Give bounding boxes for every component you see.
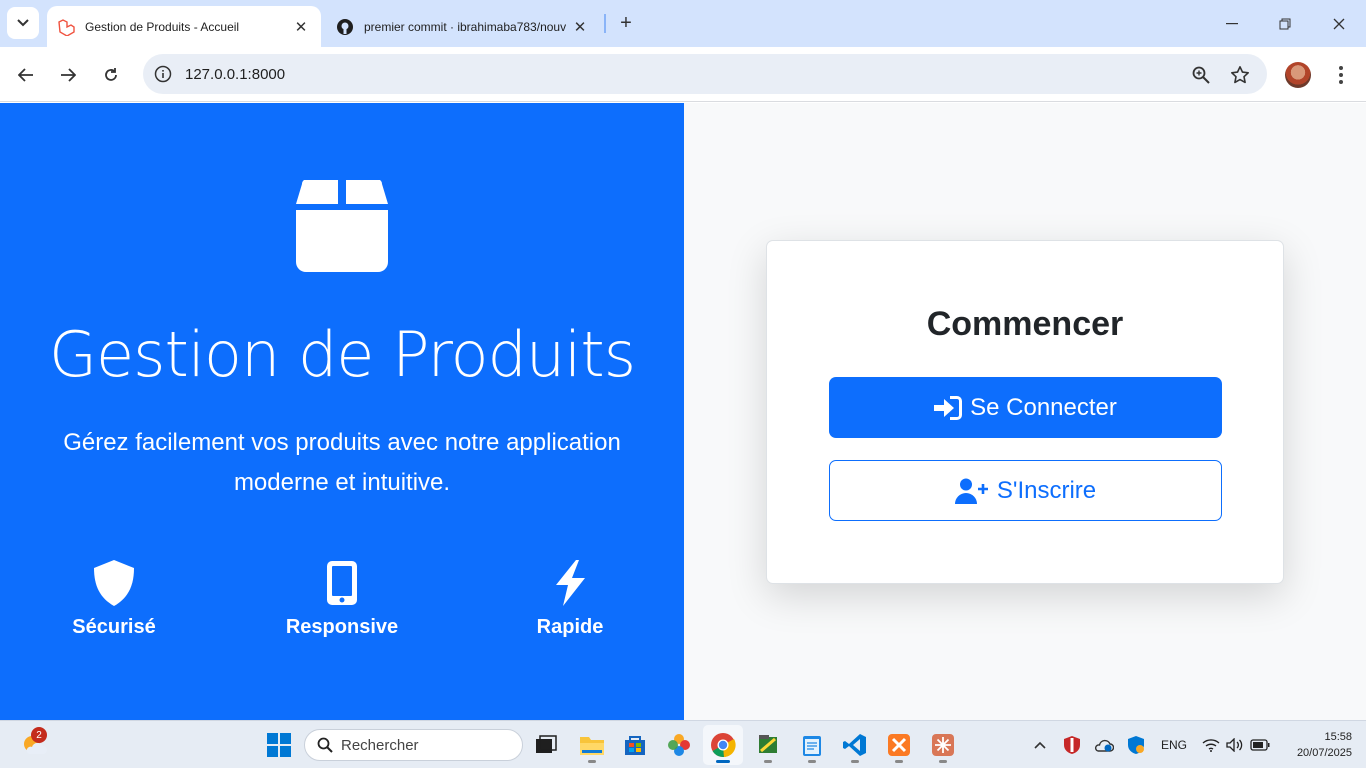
address-bar[interactable]: 127.0.0.1:8000: [143, 54, 1267, 94]
tray-defender[interactable]: [1125, 731, 1147, 759]
taskbar-app-fileopen[interactable]: [748, 725, 788, 765]
tray-onedrive[interactable]: [1093, 731, 1115, 759]
browser-toolbar: 127.0.0.1:8000: [0, 47, 1366, 102]
login-label: Se Connecter: [970, 393, 1117, 421]
taskbar-clock[interactable]: 15:58 20/07/2025: [1280, 729, 1352, 761]
claude-icon: [932, 734, 954, 756]
hero-panel: Gestion de Produits Gérez facilement vos…: [0, 103, 684, 720]
arrow-left-icon: [18, 68, 33, 82]
laravel-icon: [57, 18, 75, 36]
login-button[interactable]: Se Connecter: [829, 377, 1222, 438]
minimize-button[interactable]: [1205, 0, 1259, 47]
search-icon: [317, 737, 333, 753]
user-plus-icon: [954, 478, 988, 504]
register-label: S'Inscrire: [996, 476, 1097, 504]
tab-search-button[interactable]: [7, 7, 39, 39]
cloud-icon: [1094, 739, 1114, 752]
box-icon: [296, 180, 388, 272]
tray-security[interactable]: [1061, 731, 1083, 759]
taskbar-photos[interactable]: [659, 725, 699, 765]
reload-button[interactable]: [95, 59, 127, 91]
tab-active[interactable]: Gestion de Produits - Accueil ✕: [47, 6, 321, 47]
feature-label: Responsive: [285, 616, 399, 638]
taskbar-search[interactable]: Rechercher: [304, 729, 523, 761]
tab-separator: [604, 14, 606, 33]
info-icon[interactable]: [153, 64, 173, 84]
taskbar-file-explorer[interactable]: [572, 725, 612, 765]
photos-icon: [668, 734, 690, 756]
minimize-icon: [1226, 22, 1238, 24]
tray-overflow-button[interactable]: [1030, 731, 1050, 759]
feature-responsive: Responsive: [252, 558, 432, 639]
taskbar-xampp[interactable]: [879, 725, 919, 765]
battery-icon[interactable]: [1248, 731, 1272, 759]
browser-tab-strip: Gestion de Produits - Accueil ✕ premier …: [0, 0, 1366, 47]
volume-icon[interactable]: [1224, 731, 1246, 759]
reload-icon: [105, 68, 117, 81]
taskbar-notepad[interactable]: [792, 725, 832, 765]
folder-icon: [580, 737, 604, 755]
defender-icon: [1128, 736, 1144, 754]
wifi-icon[interactable]: [1200, 731, 1222, 759]
feature-label: Sécurisé: [72, 616, 156, 638]
task-view-icon: [536, 735, 557, 753]
notepad-icon: [803, 736, 821, 756]
clock-date: 20/07/2025: [1296, 747, 1352, 759]
arrow-right-icon: [61, 68, 76, 82]
register-button[interactable]: S'Inscrire: [829, 460, 1222, 521]
bookmark-star-icon[interactable]: [1229, 64, 1251, 86]
browser-menu-button[interactable]: [1328, 62, 1354, 88]
feature-secure: Sécurisé: [24, 558, 204, 639]
close-window-button[interactable]: [1312, 0, 1366, 47]
taskbar-store[interactable]: [615, 725, 655, 765]
weather-badge: 2: [31, 727, 47, 743]
taskbar-claude[interactable]: [923, 725, 963, 765]
chevron-up-icon: [1034, 741, 1046, 749]
feature-fast: Rapide: [480, 558, 660, 639]
tab-close-button[interactable]: ✕: [566, 13, 594, 41]
language-indicator[interactable]: ENG: [1158, 731, 1190, 759]
back-button[interactable]: [10, 59, 42, 91]
restore-icon: [1279, 18, 1291, 29]
tab-title: Gestion de Produits - Accueil: [85, 19, 240, 34]
github-icon: [336, 18, 354, 36]
profile-avatar[interactable]: [1285, 62, 1311, 88]
feature-label: Rapide: [536, 616, 604, 638]
url-text: 127.0.0.1:8000: [185, 65, 286, 83]
phone-icon: [327, 561, 357, 605]
store-icon: [625, 736, 645, 755]
hero-title: Gestion de Produits: [48, 318, 636, 391]
chrome-icon: [711, 733, 736, 758]
close-icon: [1333, 18, 1345, 29]
shield-tray-icon: [1064, 736, 1080, 754]
taskbar-chrome[interactable]: [703, 725, 743, 765]
new-tab-button[interactable]: +: [612, 9, 640, 37]
restore-button[interactable]: [1258, 0, 1312, 47]
windows-icon: [267, 733, 291, 757]
zoom-icon[interactable]: [1190, 64, 1212, 86]
clock-time: 15:58: [1324, 731, 1352, 743]
shield-icon: [94, 560, 134, 606]
editor-icon: [759, 735, 777, 753]
taskbar-vscode[interactable]: [835, 725, 875, 765]
chevron-down-icon: [17, 19, 29, 27]
taskbar-task-view[interactable]: [526, 725, 566, 765]
start-button[interactable]: [259, 725, 299, 765]
xampp-icon: [888, 734, 910, 756]
tab-inactive[interactable]: premier commit · ibrahimaba783/nouv ✕: [326, 6, 600, 47]
card-title: Commencer: [926, 305, 1124, 343]
auth-card: Commencer Se Connecter S'Inscrire: [766, 240, 1284, 584]
tab-close-button[interactable]: ✕: [287, 13, 315, 41]
forward-button[interactable]: [52, 59, 84, 91]
search-placeholder: Rechercher: [341, 736, 419, 754]
sign-in-icon: [934, 395, 963, 420]
windows-taskbar: 2 Rechercher ENG 15:58 20/07/2025: [0, 720, 1366, 768]
tab-title: premier commit · ibrahimaba783/nouv: [364, 19, 566, 34]
auth-panel: Commencer Se Connecter S'Inscrire: [684, 103, 1366, 720]
lightning-icon: [556, 560, 585, 606]
hero-subtitle: Gérez facilement vos produits avec notre…: [63, 429, 621, 496]
vscode-icon: [843, 734, 866, 756]
